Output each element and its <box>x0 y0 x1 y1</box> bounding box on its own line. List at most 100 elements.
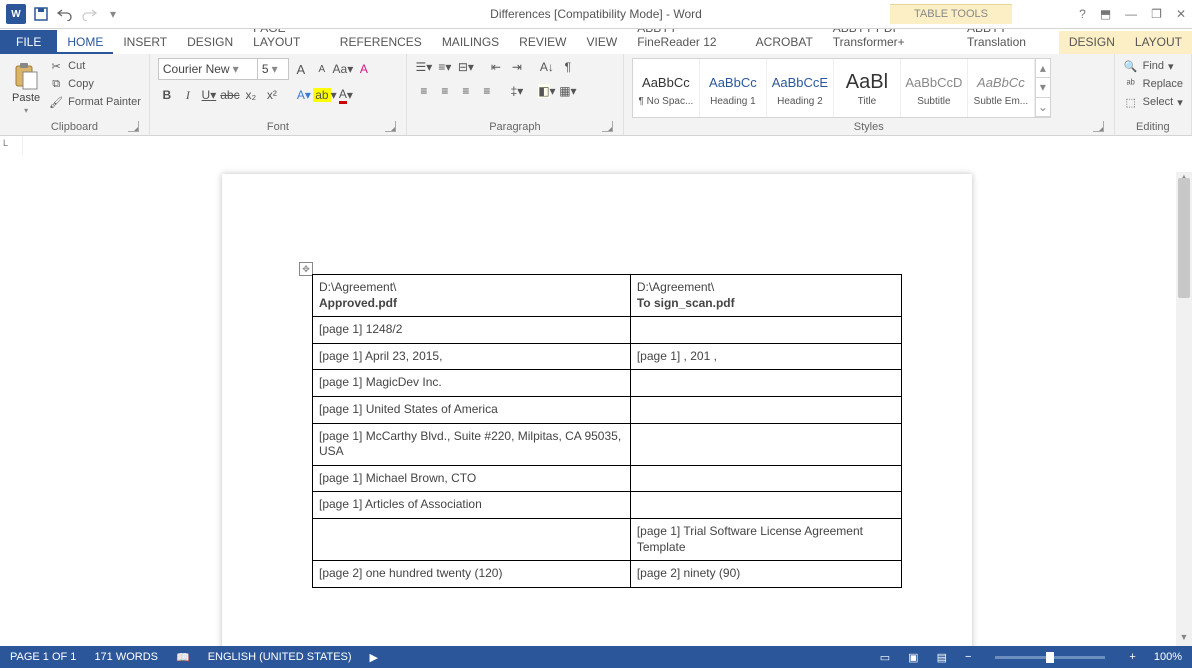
tab-acrobat[interactable]: ACROBAT <box>746 31 823 54</box>
tab-insert[interactable]: INSERT <box>113 31 177 54</box>
tab-home[interactable]: HOME <box>57 31 113 54</box>
table-cell[interactable]: [page 2] ninety (90) <box>630 561 901 588</box>
paragraph-dialog-launcher[interactable] <box>602 121 613 132</box>
zoom-out-button[interactable]: − <box>965 651 971 663</box>
scrollbar-thumb[interactable] <box>1178 178 1190 298</box>
tab-review[interactable]: REVIEW <box>509 31 576 54</box>
status-language[interactable]: ENGLISH (UNITED STATES) <box>208 651 352 663</box>
table-cell[interactable]: D:\Agreement\Approved.pdf <box>313 275 631 317</box>
shading-button[interactable]: ◧▾ <box>538 82 556 100</box>
superscript-button[interactable]: x² <box>263 86 281 104</box>
table-cell[interactable]: D:\Agreement\To sign_scan.pdf <box>630 275 901 317</box>
bold-button[interactable]: B <box>158 86 176 104</box>
vertical-scrollbar[interactable]: ▲ ▼ <box>1176 172 1192 646</box>
style-heading-2[interactable]: AaBbCcEHeading 2 <box>767 59 834 117</box>
view-print-layout-icon[interactable]: ▣ <box>908 651 918 664</box>
ribbon-display-icon[interactable]: ⬒ <box>1100 7 1111 21</box>
table-cell[interactable]: [page 1] MagicDev Inc. <box>313 370 631 397</box>
tab-references[interactable]: REFERENCES <box>330 31 432 54</box>
table-cell[interactable]: [page 1] United States of America <box>313 396 631 423</box>
table-cell[interactable] <box>630 423 901 465</box>
borders-button[interactable]: ▦▾ <box>559 82 577 100</box>
justify-button[interactable]: ≡ <box>478 82 496 100</box>
bullets-button[interactable]: ☰▾ <box>415 58 433 76</box>
font-name-combo[interactable]: Courier New▾ <box>158 58 258 80</box>
restore-icon[interactable]: ❐ <box>1151 7 1162 21</box>
select-button[interactable]: ⬚Select ▾ <box>1123 94 1183 110</box>
underline-button[interactable]: U▾ <box>200 86 218 104</box>
view-read-mode-icon[interactable]: ▭ <box>880 651 890 664</box>
style-subtitle[interactable]: AaBbCcDSubtitle <box>901 59 968 117</box>
table-cell[interactable] <box>630 317 901 344</box>
decrease-indent-button[interactable]: ⇤ <box>487 58 505 76</box>
tab-file[interactable]: FILE <box>0 30 57 54</box>
tab-mailings[interactable]: MAILINGS <box>432 31 509 54</box>
status-word-count[interactable]: 171 WORDS <box>94 651 158 663</box>
style-subtle-emphasis[interactable]: AaBbCcSubtle Em... <box>968 59 1035 117</box>
paste-button[interactable]: Paste ▾ <box>8 58 44 115</box>
sort-button[interactable]: A↓ <box>538 58 556 76</box>
align-left-button[interactable]: ≡ <box>415 82 433 100</box>
line-spacing-button[interactable]: ‡▾ <box>508 82 526 100</box>
tab-table-design[interactable]: DESIGN <box>1059 31 1125 54</box>
status-macro-icon[interactable]: ▶ <box>370 651 378 664</box>
change-case-button[interactable]: Aa▾ <box>334 60 352 78</box>
table-cell[interactable]: [page 1] 1248/2 <box>313 317 631 344</box>
replace-button[interactable]: ᵃᵇReplace <box>1123 76 1183 92</box>
undo-icon[interactable] <box>56 5 74 23</box>
scroll-down-icon[interactable]: ▼ <box>1176 632 1192 646</box>
font-dialog-launcher[interactable] <box>385 121 396 132</box>
italic-button[interactable]: I <box>179 86 197 104</box>
save-icon[interactable] <box>32 5 50 23</box>
minimize-icon[interactable]: — <box>1125 7 1137 21</box>
subscript-button[interactable]: x₂ <box>242 86 260 104</box>
table-cell[interactable] <box>630 465 901 492</box>
table-cell[interactable]: [page 1] April 23, 2015, <box>313 343 631 370</box>
document-page[interactable]: ✥ D:\Agreement\Approved.pdf D:\Agreement… <box>222 174 972 646</box>
find-button[interactable]: 🔍Find ▾ <box>1123 58 1183 74</box>
style-title[interactable]: AaBlTitle <box>834 59 901 117</box>
show-marks-button[interactable]: ¶ <box>559 58 577 76</box>
copy-button[interactable]: ⧉Copy <box>48 76 141 92</box>
zoom-level[interactable]: 100% <box>1154 651 1182 663</box>
grow-font-button[interactable]: A <box>292 60 310 78</box>
status-spellcheck-icon[interactable]: 📖 <box>176 651 190 664</box>
zoom-slider[interactable] <box>995 656 1105 659</box>
tab-table-layout[interactable]: LAYOUT <box>1125 31 1192 54</box>
increase-indent-button[interactable]: ⇥ <box>508 58 526 76</box>
styles-dialog-launcher[interactable] <box>1093 121 1104 132</box>
text-effects-button[interactable]: A▾ <box>295 86 313 104</box>
style-no-spacing[interactable]: AaBbCc¶ No Spac... <box>633 59 700 117</box>
tab-view[interactable]: VIEW <box>577 31 628 54</box>
font-color-button[interactable]: A▾ <box>337 86 355 104</box>
table-cell[interactable]: [page 1] McCarthy Blvd., Suite #220, Mil… <box>313 423 631 465</box>
table-cell[interactable]: [page 1] Trial Software License Agreemen… <box>630 518 901 560</box>
redo-icon[interactable] <box>80 5 98 23</box>
clipboard-dialog-launcher[interactable] <box>128 121 139 132</box>
table-cell[interactable]: [page 1] Michael Brown, CTO <box>313 465 631 492</box>
table-cell[interactable]: [page 1] Articles of Association <box>313 492 631 519</box>
clear-formatting-button[interactable]: A <box>355 60 373 78</box>
zoom-in-button[interactable]: + <box>1129 651 1135 663</box>
style-heading-1[interactable]: AaBbCcHeading 1 <box>700 59 767 117</box>
align-right-button[interactable]: ≡ <box>457 82 475 100</box>
multilevel-list-button[interactable]: ⊟▾ <box>457 58 475 76</box>
table-cell[interactable] <box>630 370 901 397</box>
strikethrough-button[interactable]: abc <box>221 86 239 104</box>
comparison-table[interactable]: D:\Agreement\Approved.pdf D:\Agreement\T… <box>312 274 902 588</box>
tab-design[interactable]: DESIGN <box>177 31 243 54</box>
table-cell[interactable] <box>630 396 901 423</box>
highlight-button[interactable]: ab▾ <box>316 86 334 104</box>
status-page[interactable]: PAGE 1 OF 1 <box>10 651 76 663</box>
table-cell[interactable]: [page 2] one hundred twenty (120) <box>313 561 631 588</box>
cut-button[interactable]: ✂Cut <box>48 58 141 74</box>
help-icon[interactable]: ? <box>1079 7 1086 21</box>
zoom-slider-thumb[interactable] <box>1046 652 1054 663</box>
close-icon[interactable]: ✕ <box>1176 7 1186 21</box>
styles-gallery-more[interactable]: ▴▾⌄ <box>1035 59 1050 117</box>
view-web-layout-icon[interactable]: ▤ <box>937 651 947 664</box>
table-cell[interactable] <box>313 518 631 560</box>
align-center-button[interactable]: ≡ <box>436 82 454 100</box>
numbering-button[interactable]: ≡▾ <box>436 58 454 76</box>
styles-gallery[interactable]: AaBbCc¶ No Spac... AaBbCcHeading 1 AaBbC… <box>632 58 1051 118</box>
